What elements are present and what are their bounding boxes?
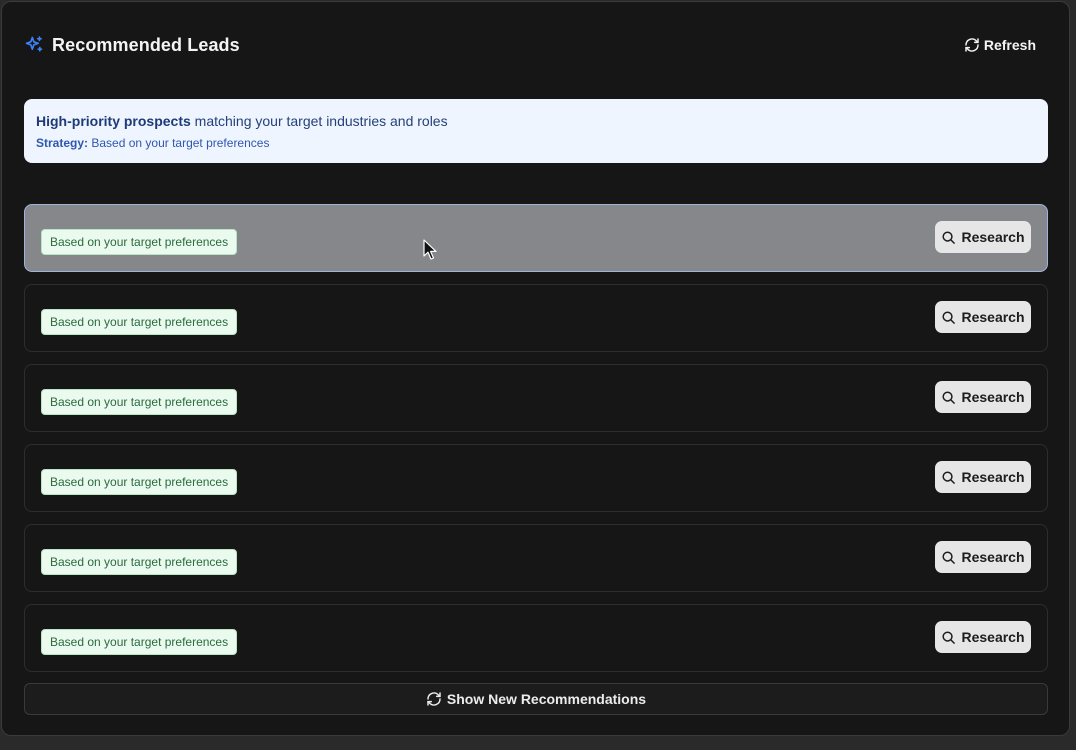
research-label: Research <box>961 229 1025 245</box>
refresh-icon <box>427 692 441 706</box>
refresh-button[interactable]: Refresh <box>964 33 1036 57</box>
lead-card[interactable]: Based on your target preferences Research <box>24 524 1048 592</box>
panel-header: Recommended Leads <box>24 32 240 58</box>
refresh-label: Refresh <box>983 37 1036 53</box>
lead-card[interactable]: Based on your target preferences Research <box>24 444 1048 512</box>
show-new-label: Show New Recommendations <box>446 691 647 707</box>
research-label: Research <box>961 469 1025 485</box>
research-label: Research <box>961 629 1025 645</box>
search-icon <box>942 630 956 644</box>
info-description: High-priority prospects matching your ta… <box>36 113 1036 130</box>
recommended-leads-panel: Recommended Leads Refresh High-priority … <box>1 1 1070 736</box>
lead-card[interactable]: Based on your target preferences Research <box>24 204 1048 272</box>
search-icon <box>942 230 956 244</box>
research-button[interactable]: Research <box>935 621 1031 653</box>
preference-tag: Based on your target preferences <box>41 469 238 495</box>
search-icon <box>942 470 956 484</box>
search-icon <box>942 310 956 324</box>
refresh-icon <box>965 38 979 52</box>
strategy-line: Strategy: Based on your target preferenc… <box>36 136 1036 151</box>
lead-card[interactable]: Based on your target preferences Research <box>24 284 1048 352</box>
strategy-info-box: High-priority prospects matching your ta… <box>24 99 1048 163</box>
info-highlight: High-priority prospects <box>36 113 191 129</box>
show-new-recommendations-button[interactable]: Show New Recommendations <box>24 683 1048 715</box>
preference-tag: Based on your target preferences <box>41 389 238 415</box>
lead-card[interactable]: Based on your target preferences Research <box>24 364 1048 432</box>
search-icon <box>942 390 956 404</box>
lead-card[interactable]: Based on your target preferences Research <box>24 604 1048 672</box>
research-label: Research <box>961 389 1025 405</box>
research-button[interactable]: Research <box>935 461 1031 493</box>
research-button[interactable]: Research <box>935 301 1031 333</box>
search-icon <box>942 550 956 564</box>
research-label: Research <box>961 549 1025 565</box>
research-button[interactable]: Research <box>935 541 1031 573</box>
research-label: Research <box>961 309 1025 325</box>
preference-tag: Based on your target preferences <box>41 229 238 255</box>
page-title: Recommended Leads <box>52 34 240 55</box>
research-button[interactable]: Research <box>935 381 1031 413</box>
research-button[interactable]: Research <box>935 221 1031 253</box>
sparkles-icon <box>24 35 44 55</box>
preference-tag: Based on your target preferences <box>41 549 238 575</box>
preference-tag: Based on your target preferences <box>41 309 238 335</box>
strategy-value: Based on your target preferences <box>88 136 270 150</box>
preference-tag: Based on your target preferences <box>41 629 238 655</box>
leads-list: Based on your target preferences Research… <box>24 204 1048 684</box>
info-rest: matching your target industries and role… <box>190 113 448 129</box>
strategy-label: Strategy: <box>36 136 89 150</box>
